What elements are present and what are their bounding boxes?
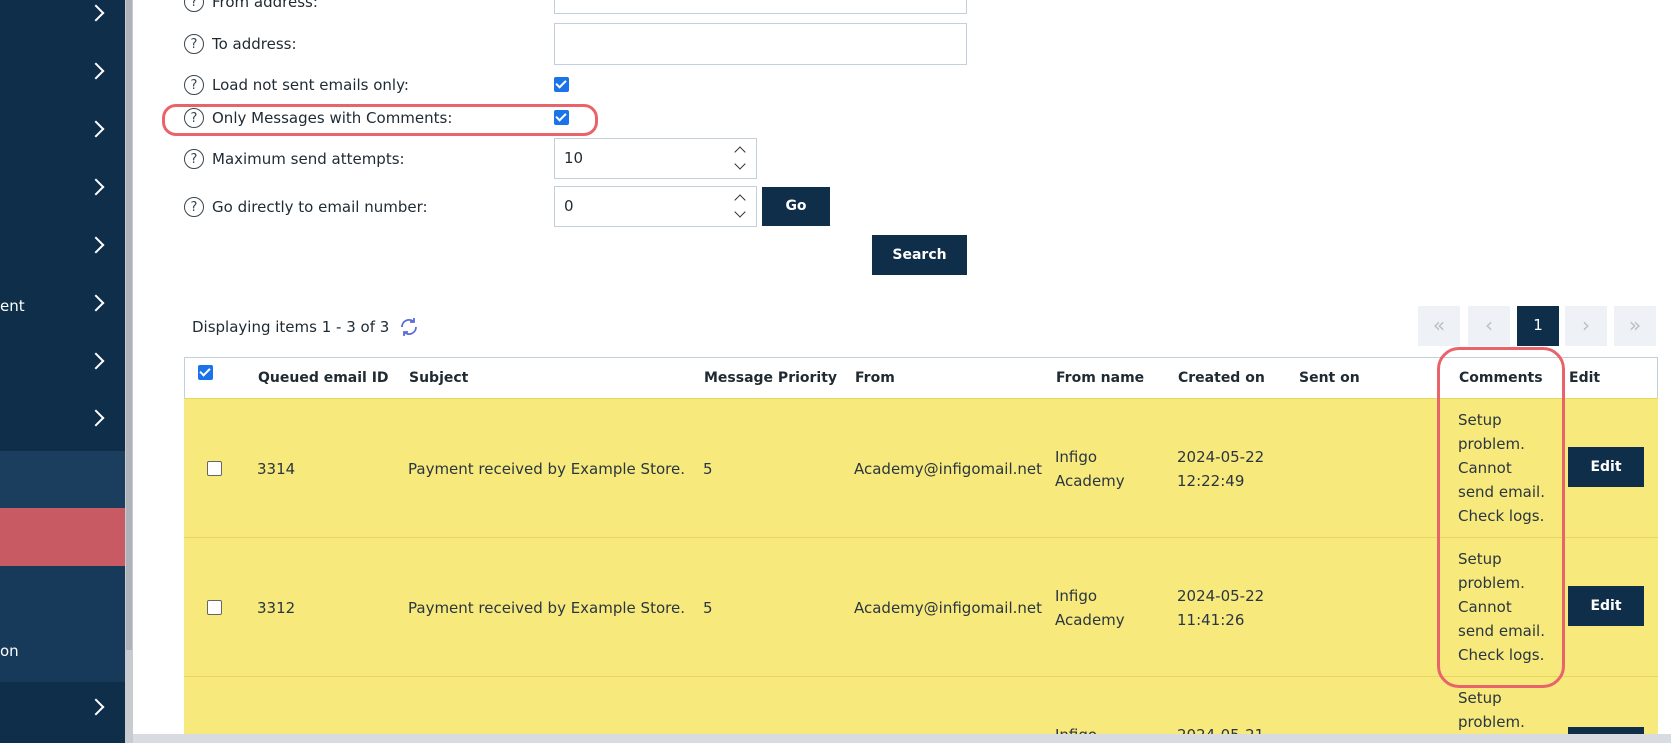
column-header-from[interactable]: From [855, 370, 895, 386]
spin-up-icon[interactable] [734, 194, 746, 206]
cell-created-on: 2024-05-22 12:22:49 [1177, 448, 1265, 490]
cell-from-name: Infigo Academy [1055, 587, 1125, 629]
from-address-input[interactable] [554, 0, 967, 14]
cell-id: 3312 [257, 599, 296, 617]
spin-down-icon[interactable] [734, 206, 746, 218]
pager-current-page[interactable]: 1 [1517, 306, 1559, 346]
pager-last-button[interactable]: » [1614, 306, 1656, 346]
chevron-right-icon [87, 352, 105, 370]
sidebar-item-active[interactable] [0, 508, 125, 566]
help-icon[interactable]: ? [184, 197, 204, 217]
sidebar-subitem[interactable] [0, 566, 125, 624]
pager-next-button[interactable]: › [1565, 306, 1607, 346]
horizontal-scrollbar[interactable] [133, 734, 1671, 743]
chevron-right-icon [87, 120, 105, 138]
row-checkbox[interactable] [207, 600, 222, 615]
displaying-text: Displaying items 1 - 3 of 3 [192, 318, 390, 336]
help-icon[interactable]: ? [184, 75, 204, 95]
number-spinner[interactable] [734, 143, 748, 175]
sidebar-scrollbar-thumb[interactable] [126, 0, 132, 650]
help-icon[interactable]: ? [184, 0, 204, 12]
cell-subject: Payment received by Example Store. [408, 599, 685, 617]
sidebar-item[interactable] [0, 104, 125, 162]
sidebar-item-label: on [0, 642, 19, 660]
load-not-sent-checkbox[interactable] [554, 77, 569, 92]
chevron-right-icon [87, 236, 105, 254]
cell-priority: 5 [703, 599, 713, 617]
sidebar-item[interactable] [0, 46, 125, 104]
to-address-row: ? To address: [184, 32, 297, 56]
sidebar-item[interactable] [0, 220, 125, 278]
sidebar-item[interactable]: ent [0, 278, 125, 336]
chevron-right-icon [87, 409, 105, 427]
pager-prev-button[interactable]: ‹ [1468, 306, 1510, 346]
sidebar-item[interactable] [0, 336, 125, 394]
column-header-subject[interactable]: Subject [409, 370, 468, 386]
chevron-right-icon [87, 294, 105, 312]
cell-created-on: 2024-05-22 11:41:26 [1177, 587, 1265, 629]
goto-row: ? Go directly to email number: [184, 195, 428, 219]
from-address-label: From address: [212, 0, 318, 11]
chevron-right-icon [87, 62, 105, 80]
column-header-priority[interactable]: Message Priority [704, 370, 837, 386]
max-attempts-input[interactable]: 10 [554, 138, 757, 179]
cell-subject: Payment received by Example Store. [408, 460, 685, 478]
goto-value: 0 [564, 197, 574, 215]
spin-up-icon[interactable] [734, 146, 746, 158]
column-header-from-name[interactable]: From name [1056, 370, 1144, 386]
cell-priority: 5 [703, 460, 713, 478]
max-attempts-value: 10 [564, 149, 584, 167]
help-icon[interactable]: ? [184, 34, 204, 54]
sidebar-item[interactable] [0, 162, 125, 220]
annotation-highlight [162, 104, 598, 136]
displaying-info: Displaying items 1 - 3 of 3 [192, 316, 420, 338]
column-header-edit: Edit [1569, 370, 1601, 386]
cell-from: Academy@infigomail.net [854, 599, 1043, 617]
to-address-label: To address: [212, 35, 297, 53]
sidebar-item[interactable] [0, 0, 125, 46]
cell-from: Academy@infigomail.net [854, 460, 1043, 478]
chevron-right-icon [87, 4, 105, 22]
column-header-created-on[interactable]: Created on [1178, 370, 1265, 386]
help-icon[interactable]: ? [184, 149, 204, 169]
max-attempts-row: ? Maximum send attempts: [184, 147, 405, 171]
sidebar: ent on [0, 0, 125, 743]
from-address-row: ? From address: [184, 0, 318, 14]
max-attempts-label: Maximum send attempts: [212, 150, 405, 168]
goto-email-input[interactable]: 0 [554, 186, 757, 227]
number-spinner[interactable] [734, 191, 748, 223]
table-row: Infigo 2024-05-21 Setupproblem. [184, 676, 1658, 743]
goto-label: Go directly to email number: [212, 198, 428, 216]
go-button[interactable]: Go [762, 187, 830, 226]
to-address-input[interactable] [554, 23, 967, 65]
edit-button[interactable]: Edit [1568, 586, 1644, 626]
load-not-sent-label: Load not sent emails only: [212, 76, 409, 94]
row-checkbox[interactable] [207, 461, 222, 476]
select-all-checkbox[interactable] [198, 365, 213, 380]
cell-id: 3314 [257, 460, 296, 478]
column-header-id[interactable]: Queued email ID [258, 370, 389, 386]
search-button[interactable]: Search [872, 235, 967, 275]
annotation-highlight-comments [1437, 347, 1565, 688]
edit-button[interactable]: Edit [1568, 447, 1644, 487]
spin-down-icon[interactable] [734, 158, 746, 170]
sidebar-item[interactable]: on [0, 624, 125, 682]
sidebar-item[interactable] [0, 682, 125, 740]
sidebar-item[interactable] [0, 393, 125, 451]
refresh-icon[interactable] [398, 316, 420, 338]
pager-first-button[interactable]: « [1418, 306, 1460, 346]
sidebar-subitem[interactable] [0, 451, 125, 509]
sidebar-item-label: ent [0, 297, 25, 315]
chevron-right-icon [87, 698, 105, 716]
column-header-sent-on[interactable]: Sent on [1299, 370, 1360, 386]
cell-comments: Setup problem. [1458, 689, 1525, 731]
chevron-right-icon [87, 178, 105, 196]
load-not-sent-row: ? Load not sent emails only: [184, 73, 409, 97]
cell-from-name: Infigo Academy [1055, 448, 1125, 490]
